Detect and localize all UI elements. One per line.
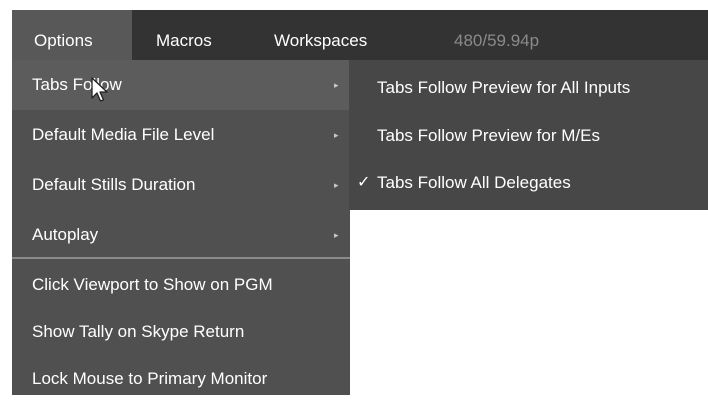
submenu-item-label: Tabs Follow All Delegates <box>377 173 571 192</box>
submenu-item-all-delegates[interactable]: ✓ Tabs Follow All Delegates <box>349 157 708 207</box>
menu-item-label: Click Viewport to Show on PGM <box>32 275 273 294</box>
submenu-item-preview-all-inputs[interactable]: Tabs Follow Preview for All Inputs <box>349 62 708 112</box>
menu-item-default-media-file-level[interactable]: Default Media File Level ▸ <box>12 110 350 160</box>
menu-item-label: Default Media File Level <box>32 125 215 144</box>
menu-item-label: Autoplay <box>32 225 99 244</box>
checkmark-icon: ✓ <box>357 174 371 191</box>
submenu-item-preview-mes[interactable]: Tabs Follow Preview for M/Es <box>349 110 708 160</box>
menu-item-lock-mouse-to-primary-monitor[interactable]: Lock Mouse to Primary Monitor <box>12 354 350 404</box>
menu-separator <box>12 257 350 259</box>
menu-item-show-tally-on-skype-return[interactable]: Show Tally on Skype Return <box>12 307 350 357</box>
chevron-right-icon: ▸ <box>334 230 339 240</box>
menu-item-click-viewport-to-show-on-pgm[interactable]: Click Viewport to Show on PGM <box>12 260 350 310</box>
options-dropdown: Tabs Follow ▸ Default Media File Level ▸… <box>12 60 350 395</box>
menu-item-label: Default Stills Duration <box>32 175 196 194</box>
tabs-follow-submenu: Tabs Follow Preview for All Inputs Tabs … <box>349 60 708 210</box>
menu-item-label: Show Tally on Skype Return <box>32 322 245 341</box>
chevron-right-icon: ▸ <box>334 130 339 140</box>
submenu-item-label: Tabs Follow Preview for All Inputs <box>377 78 631 97</box>
menu-item-label: Lock Mouse to Primary Monitor <box>32 369 268 388</box>
menu-item-autoplay[interactable]: Autoplay ▸ <box>12 210 350 260</box>
menu-item-default-stills-duration[interactable]: Default Stills Duration ▸ <box>12 160 350 210</box>
chevron-right-icon: ▸ <box>334 180 339 190</box>
chevron-right-icon: ▸ <box>334 80 339 90</box>
menu-item-tabs-follow[interactable]: Tabs Follow ▸ <box>12 60 350 110</box>
mouse-pointer-icon <box>91 77 108 102</box>
submenu-item-label: Tabs Follow Preview for M/Es <box>377 126 600 145</box>
